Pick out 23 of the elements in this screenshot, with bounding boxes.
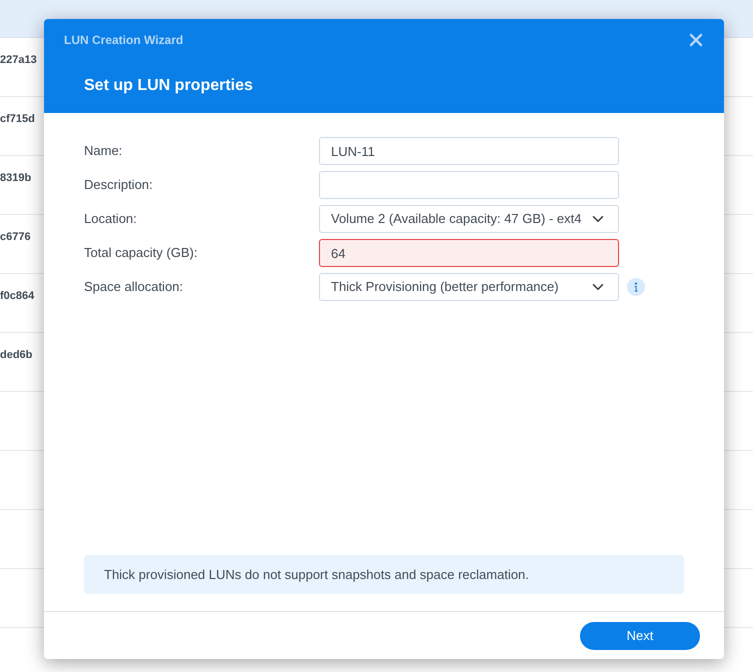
field-label: Space allocation: [84,278,184,296]
field-label: Name: [84,142,124,160]
input-field[interactable] [319,171,619,199]
table-cell-text: f0c864 [0,289,34,304]
dropdown-field[interactable]: Volume 2 (Available capacity: 47 GB) - ext4 [319,205,619,233]
input-field[interactable]: 64 [319,239,619,267]
table-cell-text: c6776 [0,230,31,245]
table-cell-text: 8319b [0,171,32,186]
next-button[interactable]: Next [580,622,700,650]
input-field[interactable]: LUN-11 [319,137,619,165]
info-note: Thick provisioned LUNs do not support snapshots and space reclamation. [84,554,684,594]
info-icon[interactable] [627,278,645,296]
field-label: Location: [84,210,138,228]
field-label: Description: [84,176,154,194]
field-label: Total capacity (GB): [84,244,198,262]
close-button[interactable] [688,32,704,48]
table-cell-text: cf715d [0,112,35,127]
close-icon [688,32,704,48]
table-cell-text: 227a13 [0,53,37,68]
dialog-title: LUN Creation Wizard [64,32,184,49]
dialog-heading: Set up LUN properties [84,76,254,96]
dropdown-field[interactable]: Thick Provisioning (better performance) [319,273,619,301]
table-cell-text: ded6b [0,348,32,363]
